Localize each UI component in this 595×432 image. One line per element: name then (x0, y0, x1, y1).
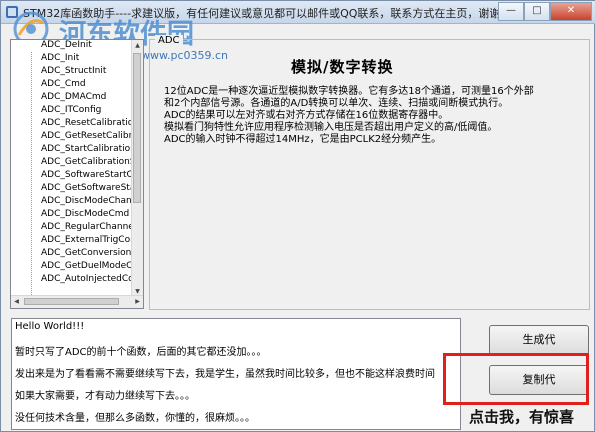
note-line: Hello World!!! (15, 321, 85, 332)
minimize-button[interactable]: — (498, 2, 524, 21)
note-line: 发出来是为了看看需不需要继续写下去，我是学生，虽然我时间比较多，但也不能这样浪费… (15, 369, 435, 380)
annotation-hint: 点击我，有惊喜 (469, 408, 575, 426)
scroll-up-icon[interactable]: ▲ (132, 40, 143, 51)
list-item[interactable]: ADC_GetResetCalibrat (41, 130, 133, 143)
list-item[interactable]: ADC_Init (41, 52, 79, 65)
scroll-thumb[interactable] (133, 53, 141, 203)
list-item[interactable]: ADC_SoftwareStartCor (41, 169, 133, 182)
note-line: 如果大家需要，才有动力继续写下去。。。 (15, 391, 195, 402)
detail-line: 12位ADC是一种逐次逼近型模拟数字转换器。它有多达18个通道，可测量16个外部 (164, 86, 534, 97)
list-item[interactable]: ADC_ITConfig (41, 104, 101, 117)
detail-title: 模拟/数字转换 (291, 58, 394, 76)
list-item[interactable]: ADC_StartCalibration (41, 143, 133, 156)
detail-line: 模拟看门狗特性允许应用程序检测输入电压是否超出用户定义的高/低阈值。 (164, 122, 498, 133)
detail-groupbox (149, 39, 590, 310)
list-vertical-scrollbar[interactable]: ▲ ▼ (131, 40, 143, 297)
detail-line: 和2个内部信号源。各通道的A/D转换可以单次、连续、扫描或间断模式执行。 (164, 98, 509, 109)
list-item[interactable]: ADC_GetDuelModeCo (41, 260, 133, 273)
app-window: STM32库函数助手----求建议版，有任何建议或意见都可以邮件或QQ联系，联系… (0, 0, 595, 432)
detail-group-label: ADC (155, 35, 183, 46)
list-item[interactable]: ADC_StructInit (41, 65, 106, 78)
maximize-button[interactable]: □ (524, 2, 550, 21)
function-list[interactable]: ADC_DeInit ADC_Init ADC_StructInit ADC_C… (10, 39, 144, 309)
list-item[interactable]: ADC_DMACmd (41, 91, 106, 104)
scroll-left-icon[interactable]: ◀ (11, 296, 22, 307)
detail-line: ADC的结果可以左对齐或右对齐方式存储在16位数据寄存器中。 (164, 110, 449, 121)
window-controls: — □ ✕ (498, 2, 592, 21)
list-item[interactable]: ADC_RegularChannelC (41, 221, 133, 234)
scroll-thumb[interactable] (24, 298, 119, 305)
list-item[interactable]: ADC_ResetCalibration (41, 117, 133, 130)
detail-line: ADC的输入时钟不得超过14MHz，它是由PCLK2经分频产生。 (164, 134, 442, 145)
function-list-items: ADC_DeInit ADC_Init ADC_StructInit ADC_C… (11, 40, 133, 297)
tree-line (31, 52, 32, 297)
list-item[interactable]: ADC_Cmd (41, 78, 86, 91)
generate-code-button[interactable]: 生成代 (489, 325, 589, 355)
note-line: 暂时只写了ADC的前十个函数，后面的其它都还没加。。。 (15, 347, 267, 358)
list-horizontal-scrollbar[interactable]: ◀ ▶ (11, 295, 143, 308)
list-item[interactable]: ADC_GetCalibrationSta (41, 156, 133, 169)
list-item[interactable]: ADC_GetConversionVa (41, 247, 133, 260)
list-item[interactable]: ADC_DeInit (41, 40, 92, 52)
note-line: 没任何技术含量，但那么多函数，你懂的，很麻烦。。。 (15, 413, 255, 424)
list-item[interactable]: ADC_GetSoftwareStart (41, 182, 133, 195)
notes-textarea[interactable]: Hello World!!! 暂时只写了ADC的前十个函数，后面的其它都还没加。… (11, 318, 461, 430)
list-item[interactable]: ADC_ExternalTrigConv (41, 234, 133, 247)
list-item[interactable]: ADC_DiscModeCmd (41, 208, 129, 221)
highlight-box (443, 353, 589, 405)
list-item[interactable]: ADC_AutoInjectedCon (41, 273, 133, 286)
list-item[interactable]: ADC_DiscModeChann (41, 195, 133, 208)
scroll-right-icon[interactable]: ▶ (132, 296, 143, 307)
close-button[interactable]: ✕ (550, 2, 592, 21)
